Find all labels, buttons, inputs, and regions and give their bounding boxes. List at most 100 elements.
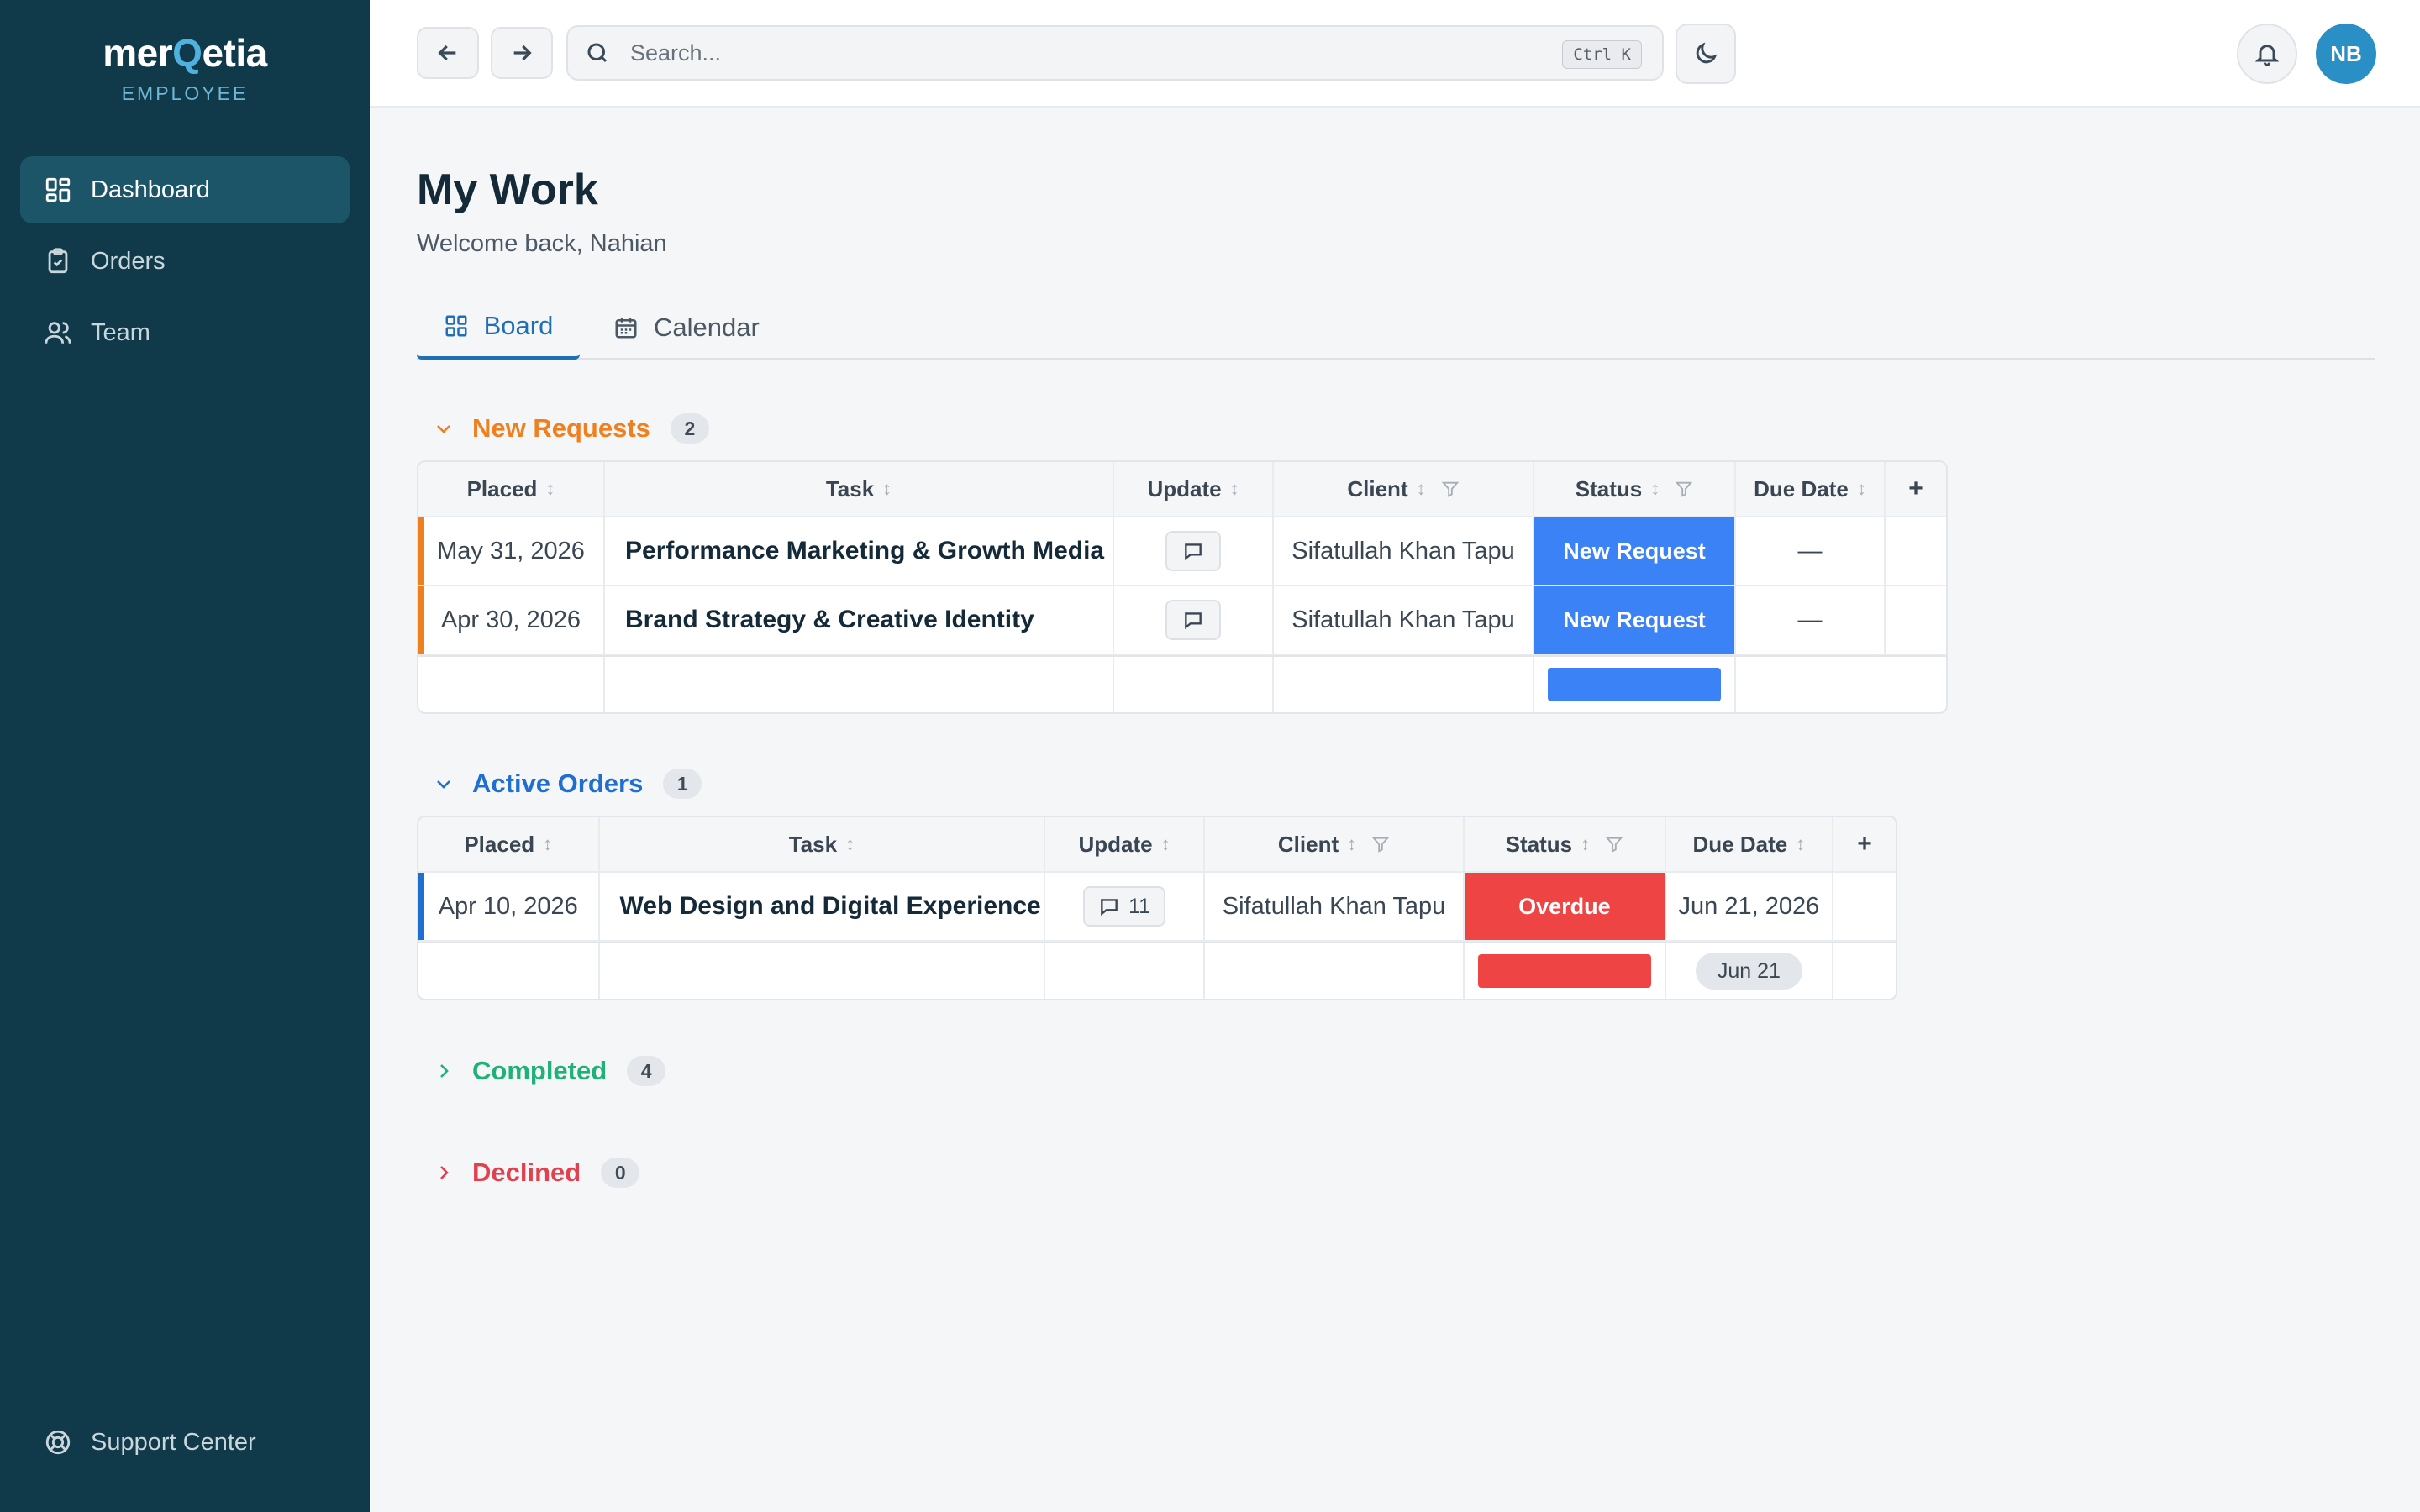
users-icon: [45, 322, 71, 344]
sort-icon[interactable]: ↕: [1857, 478, 1866, 500]
column-status[interactable]: Status ↕: [1534, 462, 1736, 516]
sort-icon[interactable]: ↕: [1230, 478, 1239, 500]
table-row[interactable]: May 31, 2026 Performance Marketing & Gro…: [418, 517, 1946, 586]
forward-button[interactable]: [491, 27, 553, 79]
sort-icon[interactable]: ↕: [1581, 833, 1590, 855]
update-cell: [1114, 517, 1274, 585]
message-icon: [1185, 543, 1202, 561]
group-title: Completed: [472, 1056, 608, 1085]
row-accent-stripe: [418, 873, 424, 940]
search-shortcut-badge: Ctrl K: [1562, 40, 1642, 69]
comments-button[interactable]: [1165, 600, 1221, 640]
filter-icon[interactable]: [1675, 480, 1693, 498]
group-header-active-orders[interactable]: Active Orders 1: [434, 769, 702, 799]
comments-button[interactable]: 11: [1083, 886, 1166, 927]
avatar[interactable]: NB: [2316, 24, 2376, 84]
brand-logo[interactable]: merQetia EMPLOYEE: [0, 30, 370, 105]
column-placed[interactable]: Placed ↕: [418, 462, 605, 516]
task-name[interactable]: Performance Marketing & Growth Media: [605, 517, 1114, 585]
sort-icon[interactable]: ↕: [1796, 833, 1805, 855]
empty-cell: [1114, 657, 1274, 712]
empty-cell: [418, 943, 600, 999]
support-center-label: Support Center: [91, 1428, 256, 1456]
group-title: Active Orders: [472, 769, 644, 798]
group-header-declined[interactable]: Declined 0: [434, 1158, 640, 1188]
column-update[interactable]: Update ↕: [1045, 817, 1205, 871]
tab-label: Board: [483, 311, 554, 340]
column-update[interactable]: Update ↕: [1114, 462, 1274, 516]
column-status[interactable]: Status ↕: [1465, 817, 1666, 871]
sort-icon[interactable]: ↕: [1161, 833, 1171, 855]
status-badge[interactable]: New Request: [1534, 517, 1736, 585]
table-row[interactable]: Apr 30, 2026 Brand Strategy & Creative I…: [418, 586, 1946, 655]
support-center-link[interactable]: Support Center: [44, 1428, 256, 1457]
summary-row: Jun 21: [418, 942, 1896, 999]
group-count-badge: 4: [627, 1056, 666, 1086]
brand-name: merQetia: [103, 31, 267, 75]
filter-icon[interactable]: [1441, 480, 1460, 498]
empty-cell: [1886, 517, 1946, 585]
chevron-down-icon: [437, 780, 450, 789]
sort-icon[interactable]: ↕: [543, 833, 552, 855]
search-input[interactable]: [630, 39, 1555, 66]
column-placed[interactable]: Placed ↕: [418, 817, 600, 871]
sort-icon[interactable]: ↕: [845, 833, 855, 855]
column-client[interactable]: Client ↕: [1274, 462, 1534, 516]
status-badge[interactable]: New Request: [1534, 586, 1736, 654]
empty-cell: [1205, 943, 1465, 999]
group-count-badge: 2: [670, 413, 709, 444]
sort-icon[interactable]: ↕: [882, 478, 892, 500]
clipboard-check-icon: [48, 248, 68, 274]
update-cell: [1114, 586, 1274, 654]
grid-icon: [445, 315, 467, 337]
sort-icon[interactable]: ↕: [1650, 478, 1660, 500]
due-summary-cell: Jun 21: [1666, 943, 1834, 999]
table-row[interactable]: Apr 10, 2026 Web Design and Digital Expe…: [418, 873, 1896, 942]
column-due-date[interactable]: Due Date ↕: [1736, 462, 1886, 516]
sidebar-item-team[interactable]: Team: [20, 299, 350, 366]
add-column-button[interactable]: +: [1833, 817, 1896, 871]
empty-cell: [1045, 943, 1205, 999]
table-header-row: Placed ↕ Task ↕ Update ↕ Client ↕ Status ↕ Du…: [418, 817, 1896, 873]
group-header-new-requests[interactable]: New Requests 2: [434, 413, 709, 444]
column-due-date[interactable]: Due Date ↕: [1666, 817, 1834, 871]
add-column-button[interactable]: +: [1886, 462, 1946, 516]
status-summary-cell: [1465, 943, 1666, 999]
brand-subtitle: EMPLOYEE: [121, 82, 249, 104]
sidebar-item-dashboard[interactable]: Dashboard: [20, 156, 350, 223]
empty-cell: [1736, 657, 1946, 712]
notifications-button[interactable]: [2237, 24, 2297, 84]
sort-icon[interactable]: ↕: [1417, 478, 1426, 500]
bell-icon: [2254, 45, 2280, 66]
sidebar-item-orders[interactable]: Orders: [20, 228, 350, 295]
lifebuoy-icon: [45, 1430, 71, 1455]
filter-icon[interactable]: [1371, 835, 1390, 853]
sort-icon[interactable]: ↕: [1347, 833, 1356, 855]
arrow-right-icon: [513, 45, 532, 61]
moon-icon: [1696, 42, 1718, 64]
filter-icon[interactable]: [1605, 835, 1623, 853]
summary-row: [418, 655, 1946, 712]
status-summary-bar: [1477, 954, 1651, 988]
column-client[interactable]: Client ↕: [1205, 817, 1465, 871]
task-name[interactable]: Brand Strategy & Creative Identity: [605, 586, 1114, 654]
table-header-row: Placed ↕ Task ↕ Update ↕ Client ↕ Status ↕ Du…: [418, 462, 1946, 517]
back-button[interactable]: [417, 27, 479, 79]
search-bar[interactable]: Ctrl K: [566, 25, 1664, 81]
sort-icon[interactable]: ↕: [545, 478, 555, 500]
column-task[interactable]: Task ↕: [605, 462, 1114, 516]
comments-button[interactable]: [1165, 531, 1221, 571]
theme-toggle-button[interactable]: [1676, 24, 1736, 84]
client-name: Sifatullah Khan Tapu: [1205, 873, 1465, 940]
group-title: New Requests: [472, 413, 650, 443]
status-badge[interactable]: Overdue: [1465, 873, 1666, 940]
group-header-completed[interactable]: Completed 4: [434, 1056, 666, 1086]
column-task[interactable]: Task ↕: [600, 817, 1046, 871]
tab-board[interactable]: Board: [417, 296, 580, 360]
active-orders-table: Placed ↕ Task ↕ Update ↕ Client ↕ Status ↕ Du…: [417, 816, 1897, 1000]
empty-cell: [600, 943, 1046, 999]
task-name[interactable]: Web Design and Digital Experience: [600, 873, 1046, 940]
due-date: Jun 21, 2026: [1666, 873, 1834, 940]
update-cell: 11: [1045, 873, 1205, 940]
tab-calendar[interactable]: Calendar: [613, 296, 760, 360]
